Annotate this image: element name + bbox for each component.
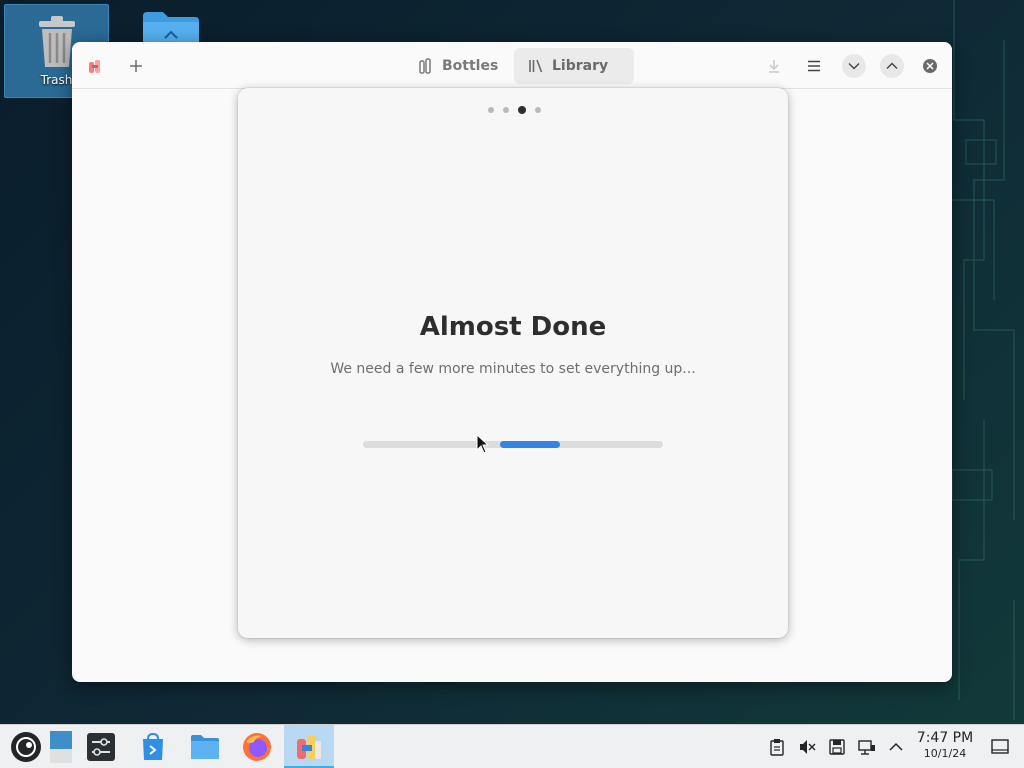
step-indicator [238,106,788,114]
onboarding-title: Almost Done [419,312,607,342]
add-icon [130,60,142,72]
onboarding-dialog: Almost Done We need a few more minutes t… [238,88,788,638]
add-button[interactable] [124,54,148,78]
file-manager-icon [191,735,219,759]
tray-volume[interactable] [796,725,818,768]
library-tab-icon [529,59,543,73]
main-menu-button[interactable] [804,56,824,76]
setup-progress-bar [363,441,663,448]
clock-time: 7:47 PM [916,730,974,746]
clock-date: 10/1/24 [923,747,967,760]
taskbar-firefox[interactable] [236,725,278,768]
system-settings-icon [87,733,115,761]
taskbar-system-settings[interactable] [80,725,122,768]
save-icon [829,739,845,755]
mouse-pointer-icon [476,434,490,454]
clock[interactable]: 7:47 PM 10/1/24 [912,729,978,761]
network-icon [858,740,875,755]
taskbar-bottles-active[interactable] [284,725,334,768]
minimize-icon [848,63,860,70]
clipboard-icon [770,739,784,756]
tray-expand-button[interactable] [886,725,906,768]
show-desktop-button[interactable] [48,725,74,768]
wallpaper-circuit-decoration [949,0,1015,720]
maximize-button[interactable] [880,54,904,78]
download-icon [769,60,779,73]
tab-library-label: Library [552,58,609,74]
start-menu-icon [11,732,41,762]
expand-tray-icon [889,742,903,751]
firefox-icon [243,733,271,761]
tray-disk[interactable] [826,725,848,768]
bottles-icon [297,734,321,759]
close-icon [923,59,937,73]
tab-bottles[interactable]: Bottles [404,48,514,84]
step-dot-active [517,106,526,114]
tray-network[interactable] [856,725,878,768]
show-desktop-icon [50,731,72,763]
bottles-tab-icon [419,58,431,74]
taskbar: 7:47 PM 10/1/24 [0,724,1024,768]
peek-desktop-button[interactable] [988,725,1012,768]
bottles-logo-icon [86,57,104,75]
folder-icon [143,12,199,46]
start-menu-button[interactable] [4,725,48,768]
onboarding-subtitle: We need a few more minutes to set everyt… [330,361,696,377]
tray-clipboard[interactable] [766,725,788,768]
desktop-trash-label: Trash [40,73,73,87]
menu-icon [808,60,820,72]
header-bar: Bottles Library [72,42,952,89]
tab-library[interactable]: Library [514,48,634,84]
volume-muted-icon [800,740,816,754]
discover-icon [143,733,163,760]
step-dot [487,107,494,113]
maximize-icon [886,62,898,69]
taskbar-file-manager[interactable] [184,725,226,768]
setup-progress-pulse [500,441,560,448]
step-dot [534,107,541,113]
tab-bottles-label: Bottles [442,58,499,74]
close-button[interactable] [918,54,942,78]
minimize-button[interactable] [842,54,866,78]
peek-desktop-icon [991,739,1009,754]
taskbar-discover[interactable] [132,725,174,768]
step-dot [502,107,509,113]
download-button[interactable] [764,56,784,76]
